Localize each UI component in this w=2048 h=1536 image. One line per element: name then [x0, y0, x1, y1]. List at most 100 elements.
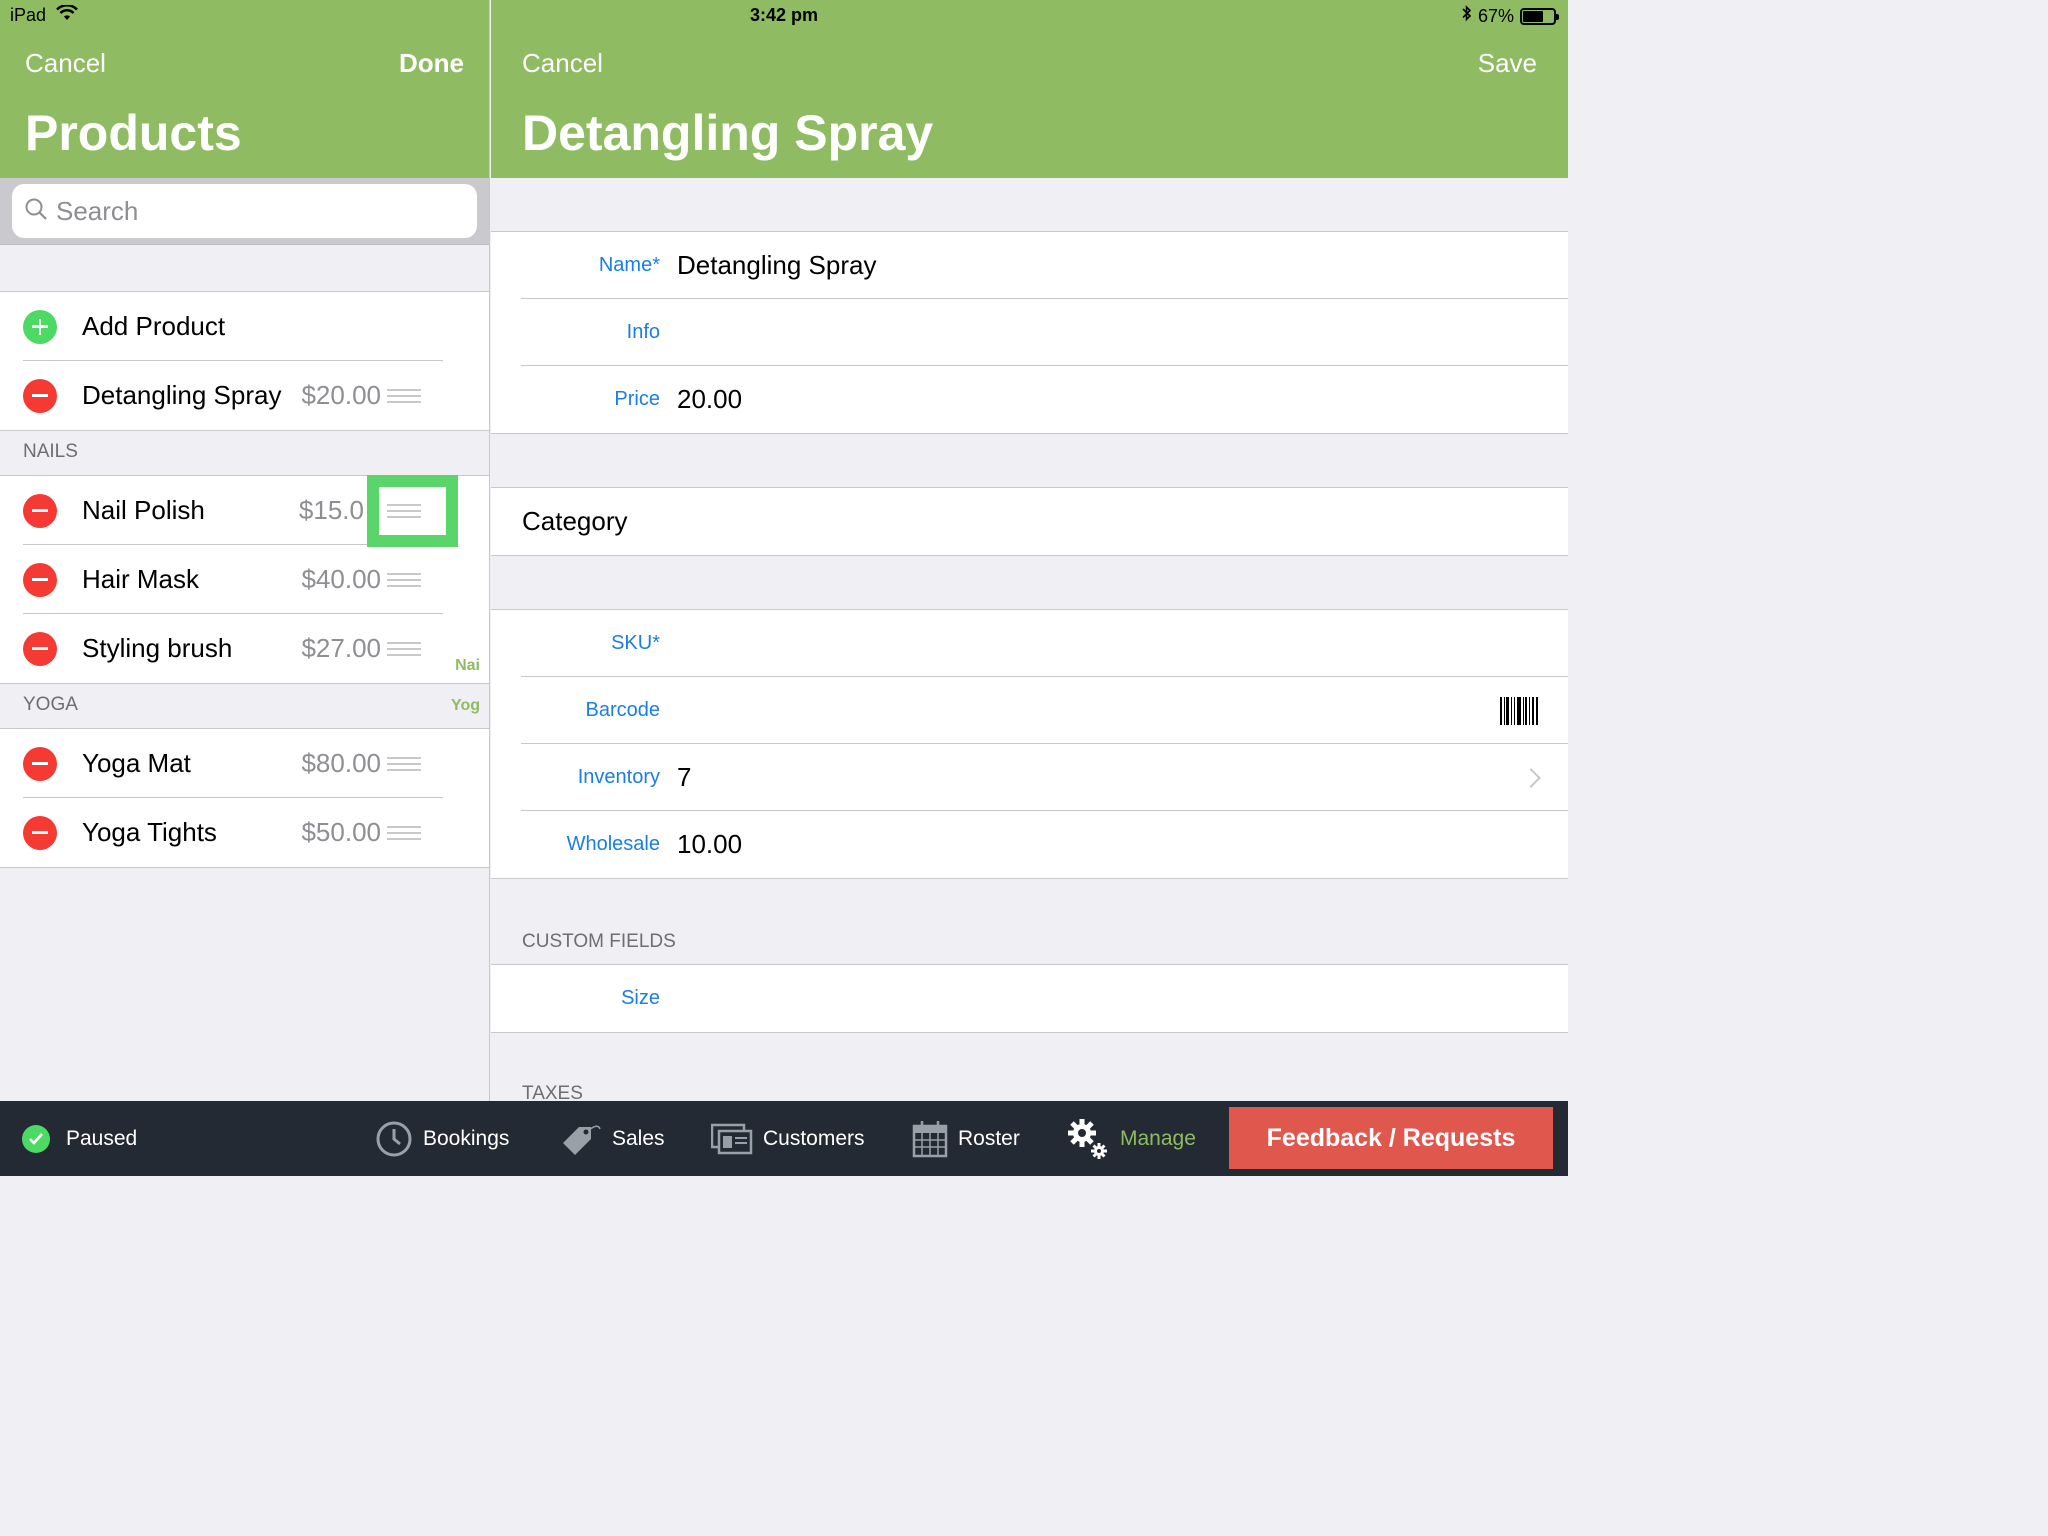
- section-header-nails: NAILS: [23, 441, 78, 462]
- search-icon: [24, 197, 48, 226]
- list-item[interactable]: Hair Mask $40.00: [0, 545, 489, 614]
- stock-group: SKU* Barcode Inventory 7 Wholesale 10.00: [491, 609, 1568, 879]
- search-input[interactable]: Search: [12, 184, 477, 238]
- reorder-handle-icon[interactable]: [387, 572, 421, 587]
- delete-icon[interactable]: [23, 562, 57, 597]
- sku-label: SKU*: [611, 632, 660, 654]
- custom-fields-header: CUSTOM FIELDS: [522, 931, 676, 952]
- bluetooth-icon: [1462, 5, 1472, 27]
- product-price: $20.00: [301, 380, 381, 410]
- search-placeholder: Search: [56, 195, 139, 226]
- cancel-button[interactable]: Cancel: [25, 48, 106, 79]
- battery-percent: 67%: [1477, 5, 1514, 26]
- add-product-row[interactable]: Add Product: [0, 292, 489, 361]
- wholesale-value[interactable]: 10.00: [677, 829, 742, 860]
- price-field[interactable]: Price 20.00: [491, 366, 1568, 433]
- delete-icon[interactable]: [23, 378, 57, 413]
- detail-title: Detangling Spray: [522, 105, 934, 161]
- name-value[interactable]: Detangling Spray: [677, 250, 876, 281]
- tab-roster[interactable]: Roster: [912, 1101, 1020, 1176]
- barcode-scan-icon[interactable]: [1500, 696, 1538, 725]
- price-label: Price: [614, 388, 660, 410]
- tab-manage[interactable]: Manage: [1066, 1101, 1196, 1176]
- info-label: Info: [626, 321, 660, 343]
- add-product-label: Add Product: [82, 311, 226, 341]
- status-bar: iPad 3:42 pm 67%: [0, 0, 1568, 32]
- category-label: Category: [522, 506, 628, 536]
- size-field[interactable]: Size: [491, 965, 1568, 1032]
- customers-card-icon: [711, 1123, 753, 1155]
- delete-icon[interactable]: [23, 631, 57, 666]
- category-row[interactable]: Category: [491, 488, 1568, 555]
- delete-icon[interactable]: [23, 815, 57, 850]
- yoga-section: Yoga Mat $80.00 Yoga Tights $50.00: [0, 728, 489, 868]
- reorder-handle-icon[interactable]: [387, 756, 421, 771]
- list-item[interactable]: Yoga Tights $50.00: [0, 798, 489, 867]
- product-name: Detangling Spray: [82, 380, 282, 410]
- section-index-yoga[interactable]: Yog: [451, 697, 480, 715]
- barcode-label: Barcode: [585, 699, 661, 721]
- barcode-field[interactable]: Barcode: [491, 677, 1568, 744]
- page-title: Products: [25, 105, 242, 161]
- product-name: Yoga Mat: [82, 748, 191, 778]
- save-button[interactable]: Save: [1478, 48, 1537, 79]
- paused-status[interactable]: Paused: [22, 1101, 137, 1176]
- product-detail-panel: Cancel Save Detangling Spray Name* Detan…: [491, 0, 1568, 1101]
- sku-field[interactable]: SKU*: [491, 610, 1568, 677]
- gears-icon: [1066, 1117, 1110, 1161]
- detail-cancel-button[interactable]: Cancel: [522, 48, 603, 79]
- feedback-requests-button[interactable]: Feedback / Requests: [1229, 1107, 1553, 1169]
- battery-icon: [1520, 7, 1559, 25]
- tab-customers-label: Customers: [763, 1126, 865, 1150]
- custom-fields-group: Size: [491, 964, 1568, 1033]
- product-name: Hair Mask: [82, 564, 200, 594]
- product-list-top: Add Product Detangling Spray $20.00: [0, 291, 489, 431]
- product-price: $15.0: [298, 495, 364, 525]
- reorder-handle-icon[interactable]: [387, 388, 421, 403]
- tab-sales-label: Sales: [612, 1126, 665, 1150]
- size-label: Size: [621, 987, 660, 1009]
- tab-bookings-label: Bookings: [423, 1126, 510, 1150]
- reorder-handle-highlight: [367, 475, 458, 547]
- name-label: Name*: [598, 254, 660, 276]
- tab-customers[interactable]: Customers: [711, 1101, 865, 1176]
- done-button[interactable]: Done: [399, 48, 464, 79]
- product-price: $40.00: [301, 564, 381, 594]
- basic-info-group: Name* Detangling Spray Info Price 20.00: [491, 231, 1568, 434]
- tab-roster-label: Roster: [958, 1126, 1020, 1150]
- bottom-tab-bar: Paused Bookings Sales Customers Roster M…: [0, 1101, 1568, 1176]
- section-header-yoga: YOGA: [23, 694, 78, 715]
- name-field[interactable]: Name* Detangling Spray: [491, 232, 1568, 299]
- product-name: Styling brush: [82, 633, 233, 663]
- delete-icon[interactable]: [23, 493, 57, 528]
- price-tag-icon: [560, 1121, 602, 1157]
- taxes-header: TAXES: [522, 1083, 583, 1101]
- reorder-handle-icon[interactable]: [387, 825, 421, 840]
- list-item[interactable]: Detangling Spray $20.00: [0, 361, 489, 430]
- inventory-label: Inventory: [577, 766, 660, 788]
- section-index-nails[interactable]: Nai: [455, 657, 480, 675]
- price-value[interactable]: 20.00: [677, 384, 742, 415]
- list-item[interactable]: Styling brush $27.00: [0, 614, 489, 683]
- add-icon[interactable]: [23, 309, 57, 344]
- inventory-value: 7: [677, 762, 692, 792]
- product-name: Yoga Tights: [82, 817, 217, 847]
- status-time: 3:42 pm: [749, 5, 819, 25]
- category-group: Category: [491, 487, 1568, 556]
- wholesale-label: Wholesale: [566, 833, 660, 855]
- tab-sales[interactable]: Sales: [560, 1101, 665, 1176]
- calendar-icon: [912, 1120, 948, 1158]
- chevron-right-icon[interactable]: [1521, 767, 1541, 788]
- check-icon: [22, 1124, 50, 1153]
- info-field[interactable]: Info: [491, 299, 1568, 366]
- reorder-handle-icon[interactable]: [387, 641, 421, 656]
- product-price: $50.00: [301, 817, 381, 847]
- product-name: Nail Polish: [82, 495, 205, 525]
- product-price: $27.00: [301, 633, 381, 663]
- inventory-field[interactable]: Inventory 7: [491, 744, 1568, 811]
- clock-icon: [375, 1120, 413, 1158]
- wholesale-field[interactable]: Wholesale 10.00: [491, 811, 1568, 878]
- tab-bookings[interactable]: Bookings: [375, 1101, 509, 1176]
- list-item[interactable]: Yoga Mat $80.00: [0, 729, 489, 798]
- delete-icon[interactable]: [23, 746, 57, 781]
